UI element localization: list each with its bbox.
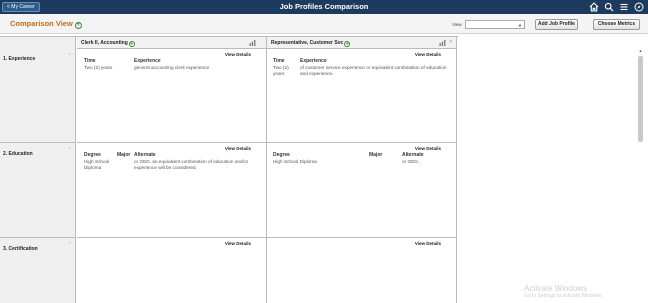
major-header: Major (369, 152, 383, 158)
view-details-link[interactable]: View Details (415, 146, 441, 151)
choose-metrics-button[interactable]: Choose Metrics (593, 19, 640, 30)
view-details-link[interactable]: View Details (225, 52, 251, 57)
job-header: Clerk II, Accounting + (77, 37, 266, 49)
section-row-education: 2. Education ∧ (0, 143, 75, 238)
comparison-grid: 1. Experience ∧ 2. Education ∧ 3. Certif… (0, 36, 458, 303)
page-title: Comparison View + (10, 19, 82, 29)
banner-title: Job Profiles Comparison (279, 2, 369, 11)
watermark-subtitle: Go to Settings to activate Windows. (524, 293, 603, 299)
time-header: Time (84, 58, 96, 64)
job-column-2: Representative, Customer Svc + × View Det… (267, 37, 457, 303)
education-cell: View Details Degree Major Alternate High… (77, 143, 266, 238)
education-alternate: or GED, an equivalent combination of edu… (134, 159, 249, 170)
experience-cell: View Details Time Experience Two (2) yea… (267, 49, 456, 143)
add-view-plus-icon[interactable]: + (74, 22, 82, 29)
remove-job-close-icon[interactable]: × (449, 39, 452, 45)
education-cell: View Details Degree Major Alternate High… (267, 143, 456, 238)
top-banner: < My Career Job Profiles Comparison (0, 0, 648, 14)
collapse-icon[interactable]: ∧ (68, 145, 71, 150)
collapse-icon[interactable]: ∧ (68, 240, 71, 245)
view-details-link[interactable]: View Details (225, 146, 251, 151)
view-details-link[interactable]: View Details (225, 241, 251, 246)
experience-text: general accounting clerk experience (134, 65, 210, 70)
experience-text: of customer service experience or equiva… (300, 65, 447, 76)
experience-time: Two (2) years (273, 65, 289, 76)
major-header: Major (117, 152, 131, 158)
experience-header: Experience (300, 58, 327, 64)
alternate-header: Alternate (402, 152, 424, 158)
certification-cell: View Details (267, 238, 456, 303)
view-details-link[interactable]: View Details (415, 52, 441, 57)
certification-cell: View Details (77, 238, 266, 303)
dropdown-arrow-icon: ▼ (518, 23, 522, 28)
home-icon[interactable] (589, 2, 599, 12)
scroll-up-arrow-icon[interactable]: ▲ (637, 48, 644, 53)
degree-header: Degree (273, 152, 290, 158)
chart-icon[interactable] (439, 40, 446, 46)
education-alternate: or GED. (402, 159, 419, 164)
job-title[interactable]: Clerk II, Accounting (81, 40, 128, 46)
view-label: View (452, 22, 462, 27)
time-header: Time (273, 58, 285, 64)
watermark-title: Activate Windows (524, 284, 588, 293)
view-details-link[interactable]: View Details (415, 241, 441, 246)
activate-windows-watermark: Activate Windows Go to Settings to activ… (524, 284, 603, 300)
section-label-experience: 1. Experience (3, 56, 36, 62)
page-title-text: Comparison View (10, 19, 73, 28)
education-degree: High School Diploma (273, 159, 317, 164)
job-header: Representative, Customer Svc + × (267, 37, 456, 49)
experience-cell: View Details Time Experience Two (2) yea… (77, 49, 266, 143)
experience-time: Two (2) years (84, 65, 113, 70)
alternate-header: Alternate (134, 152, 156, 158)
add-job-profile-button[interactable]: Add Job Profile (535, 19, 578, 30)
add-plus-icon[interactable]: + (344, 41, 351, 47)
vertical-scrollbar[interactable]: ▲ (637, 48, 644, 303)
collapse-icon[interactable]: ∧ (68, 51, 71, 56)
banner-icons (589, 2, 644, 12)
search-icon[interactable] (604, 2, 614, 12)
section-label-education: 2. Education (3, 151, 33, 157)
job-column-1: Clerk II, Accounting + View Details Time … (77, 37, 267, 303)
experience-header: Experience (134, 58, 161, 64)
view-select[interactable]: ▼ (465, 20, 525, 29)
menu-icon[interactable] (619, 2, 629, 12)
section-row-experience: 1. Experience ∧ (0, 49, 75, 143)
scroll-thumb[interactable] (638, 56, 643, 142)
page-header: Comparison View + View ▼ Add Job Profile … (0, 14, 648, 34)
education-degree: High School Diploma (84, 159, 110, 170)
section-label-column: 1. Experience ∧ 2. Education ∧ 3. Certif… (0, 37, 76, 303)
degree-header: Degree (84, 152, 101, 158)
job-title[interactable]: Representative, Customer Svc (271, 40, 343, 46)
chart-icon[interactable] (249, 40, 256, 46)
section-row-certification: 3. Certification ∧ (0, 238, 75, 303)
section-label-certification: 3. Certification (3, 246, 38, 252)
navbar-compass-icon[interactable] (634, 2, 644, 12)
add-plus-icon[interactable]: + (128, 41, 135, 47)
